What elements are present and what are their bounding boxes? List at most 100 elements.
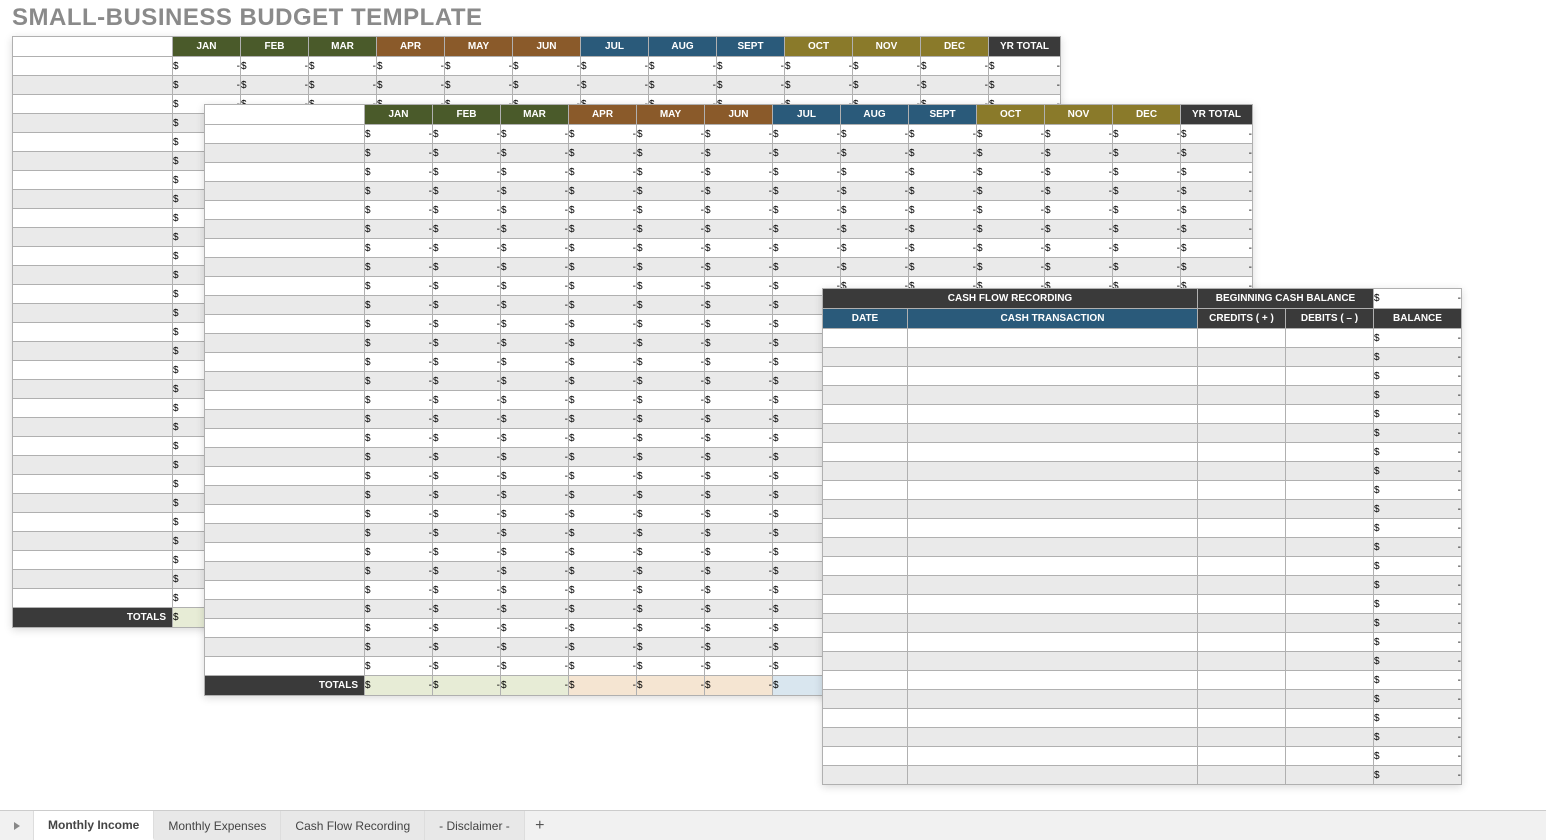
value-cell[interactable]: $-	[705, 429, 773, 448]
value-cell[interactable]: $-	[1113, 163, 1181, 182]
date-cell[interactable]	[823, 329, 908, 348]
value-cell[interactable]: $-	[501, 391, 569, 410]
debits-cell[interactable]	[1286, 329, 1374, 348]
transaction-cell[interactable]	[908, 443, 1198, 462]
value-cell[interactable]: $-	[433, 372, 501, 391]
value-cell[interactable]: $-	[433, 296, 501, 315]
value-cell[interactable]: $-	[841, 182, 909, 201]
debits-cell[interactable]	[1286, 652, 1374, 671]
value-cell[interactable]: $-	[705, 334, 773, 353]
value-cell[interactable]: $-	[785, 76, 853, 95]
value-cell[interactable]: $-	[433, 562, 501, 581]
value-cell[interactable]: $-	[637, 163, 705, 182]
transaction-cell[interactable]	[908, 595, 1198, 614]
transaction-cell[interactable]	[908, 329, 1198, 348]
category-cell[interactable]	[13, 418, 173, 437]
category-cell[interactable]	[13, 513, 173, 532]
value-cell[interactable]: $-	[637, 315, 705, 334]
value-cell[interactable]: $-	[909, 239, 977, 258]
category-cell[interactable]	[13, 532, 173, 551]
value-cell[interactable]: $-	[365, 410, 433, 429]
value-cell[interactable]: $-	[637, 619, 705, 638]
value-cell[interactable]: $-	[569, 486, 637, 505]
value-cell[interactable]: $-	[705, 562, 773, 581]
credits-cell[interactable]	[1198, 709, 1286, 728]
value-cell[interactable]: $-	[501, 315, 569, 334]
date-cell[interactable]	[823, 557, 908, 576]
value-cell[interactable]: $-	[921, 57, 989, 76]
category-cell[interactable]	[205, 467, 365, 486]
category-cell[interactable]	[13, 57, 173, 76]
value-cell[interactable]: $-	[705, 239, 773, 258]
value-cell[interactable]: $-	[977, 125, 1045, 144]
value-cell[interactable]: $-	[637, 429, 705, 448]
value-cell[interactable]: $-	[365, 296, 433, 315]
value-cell[interactable]: $-	[501, 125, 569, 144]
transaction-cell[interactable]	[908, 766, 1198, 785]
value-cell[interactable]: $-	[365, 448, 433, 467]
value-cell[interactable]: $-	[705, 125, 773, 144]
credits-cell[interactable]	[1198, 424, 1286, 443]
value-cell[interactable]: $-	[773, 201, 841, 220]
value-cell[interactable]: $-	[637, 600, 705, 619]
value-cell[interactable]: $-	[569, 277, 637, 296]
credits-cell[interactable]	[1198, 557, 1286, 576]
tab-disclaimer[interactable]: - Disclaimer -	[425, 811, 525, 840]
transaction-cell[interactable]	[908, 614, 1198, 633]
date-cell[interactable]	[823, 443, 908, 462]
value-cell[interactable]: $-	[501, 296, 569, 315]
value-cell[interactable]: $-	[705, 619, 773, 638]
credits-cell[interactable]	[1198, 633, 1286, 652]
value-cell[interactable]: $-	[841, 201, 909, 220]
value-cell[interactable]: $-	[569, 315, 637, 334]
category-cell[interactable]	[13, 437, 173, 456]
value-cell[interactable]: $-	[569, 239, 637, 258]
credits-cell[interactable]	[1198, 367, 1286, 386]
value-cell[interactable]: $-	[433, 524, 501, 543]
value-cell[interactable]: $-	[637, 486, 705, 505]
value-cell[interactable]: $-	[433, 600, 501, 619]
transaction-cell[interactable]	[908, 367, 1198, 386]
credits-cell[interactable]	[1198, 652, 1286, 671]
value-cell[interactable]: $-	[841, 125, 909, 144]
value-cell[interactable]: $-	[569, 505, 637, 524]
value-cell[interactable]: $-	[569, 562, 637, 581]
category-cell[interactable]	[13, 342, 173, 361]
value-cell[interactable]: $-	[637, 410, 705, 429]
debits-cell[interactable]	[1286, 405, 1374, 424]
transaction-cell[interactable]	[908, 500, 1198, 519]
value-cell[interactable]: $-	[501, 505, 569, 524]
category-cell[interactable]	[205, 315, 365, 334]
credits-cell[interactable]	[1198, 348, 1286, 367]
debits-cell[interactable]	[1286, 538, 1374, 557]
value-cell[interactable]: $-	[365, 391, 433, 410]
add-sheet-button[interactable]: +	[525, 811, 555, 840]
value-cell[interactable]: $-	[1113, 182, 1181, 201]
value-cell[interactable]: $-	[637, 372, 705, 391]
category-cell[interactable]	[205, 581, 365, 600]
value-cell[interactable]: $-	[705, 391, 773, 410]
value-cell[interactable]: $-	[773, 258, 841, 277]
category-cell[interactable]	[205, 543, 365, 562]
value-cell[interactable]: $-	[513, 57, 581, 76]
value-cell[interactable]: $-	[637, 258, 705, 277]
credits-cell[interactable]	[1198, 671, 1286, 690]
value-cell[interactable]: $-	[569, 448, 637, 467]
value-cell[interactable]: $-	[705, 258, 773, 277]
value-cell[interactable]: $-	[637, 543, 705, 562]
value-cell[interactable]: $-	[909, 182, 977, 201]
transaction-cell[interactable]	[908, 652, 1198, 671]
value-cell[interactable]: $-	[501, 163, 569, 182]
date-cell[interactable]	[823, 652, 908, 671]
value-cell[interactable]: $-	[365, 562, 433, 581]
value-cell[interactable]: $-	[841, 163, 909, 182]
value-cell[interactable]: $-	[569, 220, 637, 239]
category-cell[interactable]	[205, 429, 365, 448]
value-cell[interactable]: $-	[773, 125, 841, 144]
value-cell[interactable]: $-	[1045, 201, 1113, 220]
value-cell[interactable]: $-	[705, 543, 773, 562]
value-cell[interactable]: $-	[433, 619, 501, 638]
value-cell[interactable]: $-	[365, 505, 433, 524]
category-cell[interactable]	[13, 171, 173, 190]
category-cell[interactable]	[205, 296, 365, 315]
